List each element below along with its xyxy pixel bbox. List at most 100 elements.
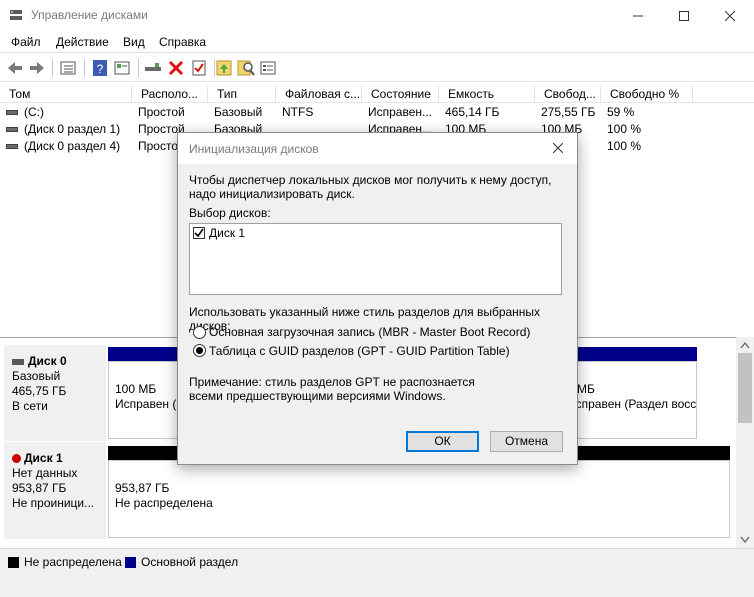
- close-icon: [552, 142, 564, 154]
- column-header-type[interactable]: Тип: [208, 85, 276, 103]
- disk-icon: [12, 358, 24, 365]
- gpt-note: Примечание: стиль разделов GPT не распоз…: [189, 375, 475, 403]
- legend-unallocated-label: Не распределена: [24, 555, 122, 569]
- column-header-status[interactable]: Состояние: [362, 85, 439, 103]
- free-space-cell: 275,55 ГБ: [541, 105, 596, 119]
- column-header-free-space[interactable]: Свобод...: [535, 85, 601, 103]
- close-icon: [725, 10, 735, 21]
- legend-primary-swatch: [125, 557, 136, 568]
- checkmark-icon: [194, 228, 204, 238]
- ok-button[interactable]: ОК: [406, 431, 479, 452]
- status-cell: Исправен...: [368, 105, 433, 119]
- gpt-option-label[interactable]: Таблица с GUID разделов (GPT - GUID Part…: [209, 344, 510, 358]
- volume-name: (C:): [24, 105, 44, 119]
- disk-1-item-label: Диск 1: [209, 226, 246, 240]
- menu-view[interactable]: Вид: [123, 35, 145, 49]
- properties-icon[interactable]: [112, 58, 132, 78]
- disk-select-list[interactable]: Диск 1: [189, 223, 562, 295]
- select-disks-label: Выбор дисков:: [189, 206, 271, 220]
- partition-status: Исправен (Раздел восстан: [567, 397, 697, 411]
- column-header-volume[interactable]: Том: [0, 85, 132, 103]
- disk-name: Диск 1: [24, 451, 63, 465]
- toolbar-separator: [84, 59, 85, 77]
- toolbar-separator: [52, 59, 53, 77]
- disk-1-unallocated[interactable]: 953,87 ГБ Не распределена: [108, 460, 730, 538]
- column-header-free-percent[interactable]: Свободно %: [601, 85, 693, 103]
- legend-primary-label: Основной раздел: [141, 555, 239, 569]
- cancel-button[interactable]: Отмена: [490, 431, 563, 452]
- disk-1-label[interactable]: Диск 1 Нет данных 953,87 ГБ Не проиници.…: [4, 442, 106, 539]
- mbr-option-label[interactable]: Основная загрузочная запись (MBR - Maste…: [209, 325, 530, 339]
- menu-bar: Файл Действие Вид Справка: [0, 31, 754, 52]
- menu-action[interactable]: Действие: [56, 35, 109, 49]
- window-title: Управление дисками: [31, 8, 148, 22]
- volume-icon: [6, 110, 18, 116]
- disk-0-label[interactable]: Диск 0 Базовый 465,75 ГБ В сети: [4, 345, 106, 441]
- volume-name-cell: (Диск 0 раздел 1): [6, 121, 132, 138]
- table-row[interactable]: (C:) Простой Базовый NTFS Исправен... 46…: [0, 104, 754, 121]
- disk-0-partition-4[interactable]: МБ Исправен (Раздел восстан: [560, 361, 697, 439]
- volume-icon: [6, 127, 18, 133]
- filesystem-cell: NTFS: [282, 105, 314, 119]
- column-header-layout[interactable]: Располо...: [132, 85, 208, 103]
- initialize-disk-dialog: Инициализация дисков Чтобы диспетчер лок…: [177, 132, 578, 465]
- dialog-title: Инициализация дисков: [189, 142, 319, 156]
- close-button[interactable]: [707, 0, 753, 31]
- new-volume-icon[interactable]: [214, 58, 234, 78]
- volume-name: (Диск 0 раздел 4): [24, 139, 121, 153]
- type-cell: Базовый: [214, 105, 263, 119]
- disk-type: Нет данных: [12, 466, 78, 480]
- dialog-intro: Чтобы диспетчер локальных дисков мог пол…: [189, 173, 552, 201]
- volume-name-cell: (C:): [6, 104, 132, 121]
- forward-icon[interactable]: [27, 58, 47, 78]
- menu-help[interactable]: Справка: [159, 35, 206, 49]
- maximize-icon: [679, 10, 689, 21]
- connect-icon[interactable]: [143, 58, 163, 78]
- legend-unallocated-swatch: [8, 557, 19, 568]
- settings-icon[interactable]: [258, 58, 278, 78]
- status-bar: [0, 574, 754, 597]
- svg-text:?: ?: [97, 62, 104, 76]
- partition-size: 100 МБ: [115, 382, 157, 396]
- disk-management-app-icon: [10, 10, 22, 20]
- scroll-up-icon[interactable]: [740, 341, 750, 349]
- title-bar: Управление дисками: [0, 0, 754, 31]
- dialog-close-button[interactable]: [547, 139, 569, 159]
- minimize-icon: [633, 15, 643, 16]
- mbr-radio[interactable]: [193, 326, 206, 339]
- free-percent-cell: 59 %: [607, 105, 635, 119]
- disk-size: 953,87 ГБ: [12, 481, 67, 495]
- free-percent-cell: 100 %: [607, 139, 642, 153]
- free-percent-cell: 100 %: [607, 122, 642, 136]
- disk-status: В сети: [12, 399, 48, 413]
- help-icon[interactable]: ?: [90, 58, 110, 78]
- dialog-title-bar: Инициализация дисков: [178, 133, 577, 164]
- search-icon[interactable]: [236, 58, 256, 78]
- capacity-cell: 465,14 ГБ: [445, 105, 500, 119]
- disk-0-partition-1[interactable]: 100 МБ Исправен (: [108, 361, 180, 439]
- partition-size: 953,87 ГБ: [115, 481, 170, 495]
- toolbar: ?: [0, 52, 754, 82]
- disk-1-checkbox[interactable]: [193, 227, 205, 239]
- back-icon[interactable]: [5, 58, 25, 78]
- toolbar-separator: [138, 59, 139, 77]
- disk-status: Не проиници...: [12, 496, 95, 510]
- partition-size: МБ: [577, 382, 595, 396]
- column-header-capacity[interactable]: Емкость: [439, 85, 535, 103]
- minimize-button[interactable]: [615, 0, 661, 31]
- list-view-icon[interactable]: [58, 58, 78, 78]
- volume-icon: [6, 144, 18, 150]
- column-header-filesystem[interactable]: Файловая с...: [276, 85, 362, 103]
- legend: Не распределена Основной раздел: [0, 548, 754, 574]
- disk-name: Диск 0: [28, 354, 67, 368]
- partition-status: Исправен (: [115, 397, 177, 411]
- maximize-button[interactable]: [661, 0, 707, 31]
- check-icon[interactable]: [189, 58, 209, 78]
- scrollbar-thumb[interactable]: [738, 353, 752, 423]
- gpt-radio[interactable]: [193, 344, 206, 357]
- scroll-down-icon[interactable]: [740, 536, 750, 544]
- menu-file[interactable]: Файл: [11, 35, 41, 49]
- vertical-scrollbar[interactable]: [736, 337, 754, 549]
- delete-icon[interactable]: [166, 58, 186, 78]
- volume-name: (Диск 0 раздел 1): [24, 122, 121, 136]
